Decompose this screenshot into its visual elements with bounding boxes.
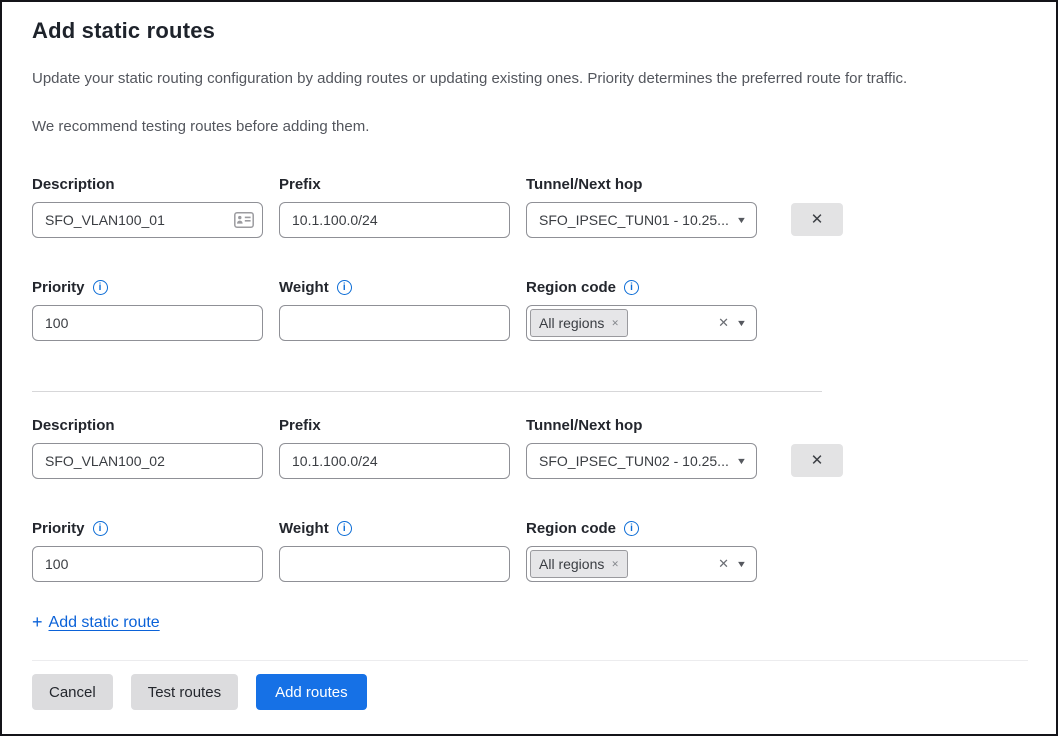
info-icon[interactable]: i [93,521,108,536]
tunnel-select[interactable]: SFO_IPSEC_TUN01 - 10.25... ▼ [526,202,757,238]
info-icon[interactable]: i [624,280,639,295]
test-routes-button[interactable]: Test routes [131,674,238,710]
remove-route-button[interactable]: ✕ [791,444,843,477]
chevron-down-icon: ▼ [736,456,747,466]
clear-selection-icon[interactable]: ✕ [718,315,729,331]
chevron-down-icon: ▼ [736,318,747,328]
route-entry: Description Prefix Tunnel/Next hop SFO_I… [32,416,1028,582]
weight-label: Weight [279,519,329,538]
add-static-routes-dialog: Add static routes Update your static rou… [0,0,1058,736]
chevron-down-icon: ▼ [736,559,747,569]
priority-input[interactable] [32,546,263,582]
cancel-button[interactable]: Cancel [32,674,113,710]
tunnel-label: Tunnel/Next hop [526,175,757,194]
prefix-input[interactable] [279,443,510,479]
info-icon[interactable]: i [337,280,352,295]
clear-selection-icon[interactable]: ✕ [718,556,729,572]
region-select[interactable]: All regions ✕ ✕ ▼ [526,305,757,341]
region-chip-label: All regions [539,315,604,331]
prefix-label: Prefix [279,416,510,435]
chevron-down-icon: ▼ [736,215,747,225]
chip-remove-icon[interactable]: ✕ [611,559,619,570]
add-static-route-link[interactable]: + Add static route [32,612,160,633]
recommendation-text: We recommend testing routes before addin… [32,116,1028,137]
region-chip-label: All regions [539,556,604,572]
remove-route-button[interactable]: ✕ [791,203,843,236]
region-select[interactable]: All regions ✕ ✕ ▼ [526,546,757,582]
tunnel-select[interactable]: SFO_IPSEC_TUN02 - 10.25... ▼ [526,443,757,479]
intro-text: Update your static routing configuration… [32,68,1028,89]
info-icon[interactable]: i [624,521,639,536]
plus-icon: + [32,612,43,633]
info-icon[interactable]: i [93,280,108,295]
tunnel-selected-value: SFO_IPSEC_TUN02 - 10.25... [539,453,729,469]
page-title: Add static routes [32,16,1028,46]
region-code-label: Region code [526,519,616,538]
prefix-input[interactable] [279,202,510,238]
priority-input[interactable] [32,305,263,341]
priority-label: Priority [32,278,85,297]
priority-label: Priority [32,519,85,538]
weight-label: Weight [279,278,329,297]
add-static-route-label: Add static route [49,614,160,632]
description-label: Description [32,175,263,194]
dialog-footer: Cancel Test routes Add routes [32,660,1028,734]
weight-input[interactable] [279,546,510,582]
add-routes-button[interactable]: Add routes [256,674,367,710]
tunnel-selected-value: SFO_IPSEC_TUN01 - 10.25... [539,212,729,228]
region-chip: All regions ✕ [530,550,628,578]
region-chip: All regions ✕ [530,309,628,337]
route-entry: Description [32,175,1028,341]
prefix-label: Prefix [279,175,510,194]
info-icon[interactable]: i [337,521,352,536]
entry-divider [32,391,822,392]
description-input[interactable] [32,202,263,238]
region-code-label: Region code [526,278,616,297]
description-input[interactable] [32,443,263,479]
contact-card-icon [234,212,254,228]
weight-input[interactable] [279,305,510,341]
description-label: Description [32,416,263,435]
tunnel-label: Tunnel/Next hop [526,416,757,435]
chip-remove-icon[interactable]: ✕ [611,318,619,329]
